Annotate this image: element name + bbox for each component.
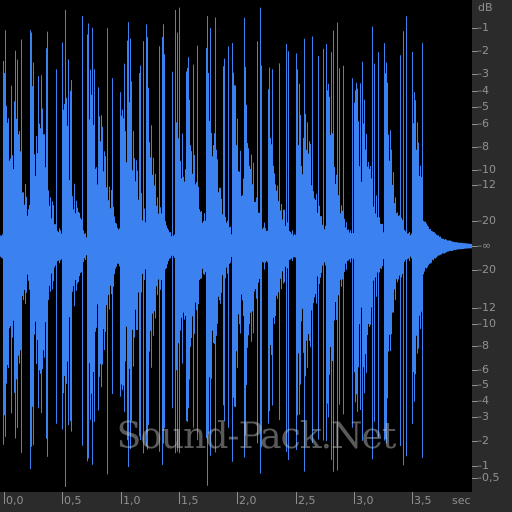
time-tick-label: 1,5 xyxy=(181,494,199,507)
db-tick-label: -4 xyxy=(478,84,489,97)
time-tick xyxy=(296,492,297,504)
time-tick xyxy=(121,492,122,504)
db-tick-label: -20 xyxy=(478,214,496,227)
db-tick-label: -12 xyxy=(478,178,496,191)
db-tick-label: -1 xyxy=(478,21,489,34)
db-tick-label: -3 xyxy=(478,67,489,80)
time-tick xyxy=(62,492,63,504)
time-tick-label: 3,5 xyxy=(414,494,432,507)
db-tick-label: -8 xyxy=(478,339,489,352)
db-tick-label: -12 xyxy=(478,301,496,314)
audio-editor: dB -1 -2 -3 -4 -5 -6 -8 -10 -12 -20 -∞ -20 -12 -10 -8 -… xyxy=(0,0,512,512)
db-tick-label: -0,5 xyxy=(478,471,500,484)
waveform-graph xyxy=(0,7,472,487)
db-tick-label: -2 xyxy=(478,434,489,447)
db-tick-label: -20 xyxy=(478,263,496,276)
db-ruler: dB -1 -2 -3 -4 -5 -6 -8 -10 -12 -20 -∞ -20 -12 -10 -8 -… xyxy=(472,0,512,492)
db-tick-label: -∞ xyxy=(478,239,492,252)
time-tick xyxy=(412,492,413,504)
waveform-path xyxy=(0,7,472,487)
time-unit-label: sec xyxy=(452,494,471,507)
db-tick-label: -5 xyxy=(478,100,489,113)
db-tick-label: -10 xyxy=(478,317,496,330)
time-tick xyxy=(4,492,5,504)
db-unit-label: dB xyxy=(478,1,493,14)
time-tick-label: 2,0 xyxy=(239,494,257,507)
db-tick-label: -3 xyxy=(478,410,489,423)
db-tick-label: -8 xyxy=(478,140,489,153)
time-tick xyxy=(237,492,238,504)
db-tick-label: -10 xyxy=(478,163,496,176)
time-tick xyxy=(354,492,355,504)
db-tick-label: -2 xyxy=(478,44,489,57)
waveform-display[interactable] xyxy=(0,0,472,492)
time-tick-label: 3,0 xyxy=(356,494,374,507)
time-tick-label: 0,0 xyxy=(6,494,24,507)
db-tick-label: -5 xyxy=(478,378,489,391)
time-ruler: 0,0 0,5 1,0 1,5 2,0 2,5 3,0 3,5 sec xyxy=(0,492,512,512)
db-tick-label: -6 xyxy=(478,117,489,130)
db-tick-label: -4 xyxy=(478,394,489,407)
time-tick-label: 2,5 xyxy=(298,494,316,507)
time-tick xyxy=(179,492,180,504)
time-tick-label: 1,0 xyxy=(123,494,141,507)
time-tick-label: 0,5 xyxy=(64,494,82,507)
db-tick-label: -6 xyxy=(478,363,489,376)
